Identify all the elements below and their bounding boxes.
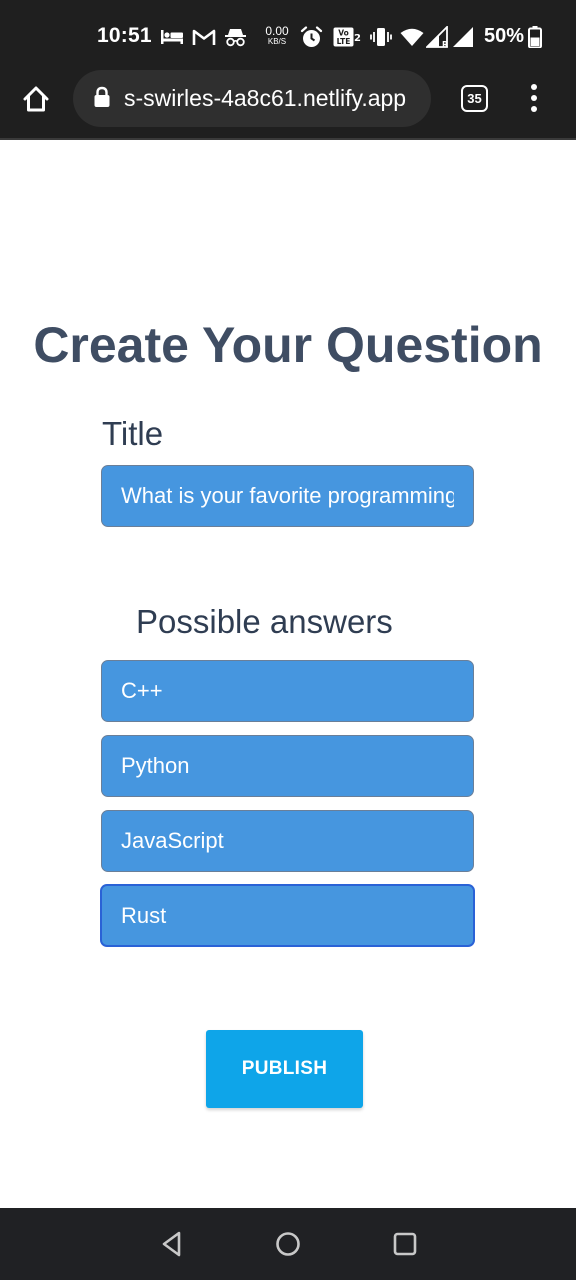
- svg-text:R: R: [442, 40, 448, 48]
- answer-input-4[interactable]: [100, 884, 475, 947]
- recents-button[interactable]: [387, 1226, 423, 1262]
- battery-icon: [528, 26, 542, 48]
- title-label: Title: [102, 415, 164, 452]
- wifi-icon: [400, 26, 424, 48]
- status-bar: 10:51 0.00 KB/S Vo LTE 2 R 50%: [0, 0, 576, 70]
- network-speed: 0.00 KB/S: [264, 25, 290, 46]
- publish-button[interactable]: PUBLISH: [206, 1030, 363, 1108]
- answers-label: Possible answers: [136, 603, 393, 640]
- volte-icon: Vo LTE 2: [333, 26, 361, 48]
- more-vert-icon[interactable]: [522, 82, 546, 114]
- address-bar[interactable]: s-swirles-4a8c61.netlify.app: [73, 70, 431, 127]
- tab-switcher-button[interactable]: 35: [461, 85, 488, 112]
- status-time: 10:51: [97, 24, 152, 47]
- network-speed-value: 0.00: [265, 24, 289, 38]
- answer-input-1[interactable]: [101, 660, 474, 722]
- title-input[interactable]: [101, 465, 474, 527]
- browser-toolbar: s-swirles-4a8c61.netlify.app 35: [0, 70, 576, 140]
- recents-icon: [393, 1232, 417, 1256]
- svg-text:2: 2: [354, 33, 361, 44]
- answer-input-2[interactable]: [101, 735, 474, 797]
- back-icon: [162, 1231, 181, 1257]
- signal-icon: [452, 26, 474, 48]
- answer-input-3[interactable]: [101, 810, 474, 872]
- system-nav-bar: [0, 1208, 576, 1280]
- home-icon: [23, 86, 49, 112]
- svg-text:LTE: LTE: [337, 37, 351, 46]
- signal-icon: R: [426, 26, 450, 48]
- gmail-icon: [192, 26, 216, 48]
- home-circle-icon: [276, 1232, 300, 1256]
- vibrate-icon: [370, 26, 392, 48]
- home-nav-button[interactable]: [270, 1226, 306, 1262]
- lock-icon: [94, 86, 110, 107]
- url-text: s-swirles-4a8c61.netlify.app: [124, 85, 407, 111]
- back-button[interactable]: [154, 1226, 190, 1262]
- page-title: Create Your Question: [33, 317, 543, 373]
- network-speed-unit: KB/S: [267, 37, 287, 46]
- alarm-icon: [300, 25, 323, 48]
- bed-icon: [160, 26, 184, 48]
- home-button[interactable]: [18, 81, 54, 117]
- incognito-icon: [223, 26, 248, 48]
- battery-percent: 50%: [484, 25, 525, 47]
